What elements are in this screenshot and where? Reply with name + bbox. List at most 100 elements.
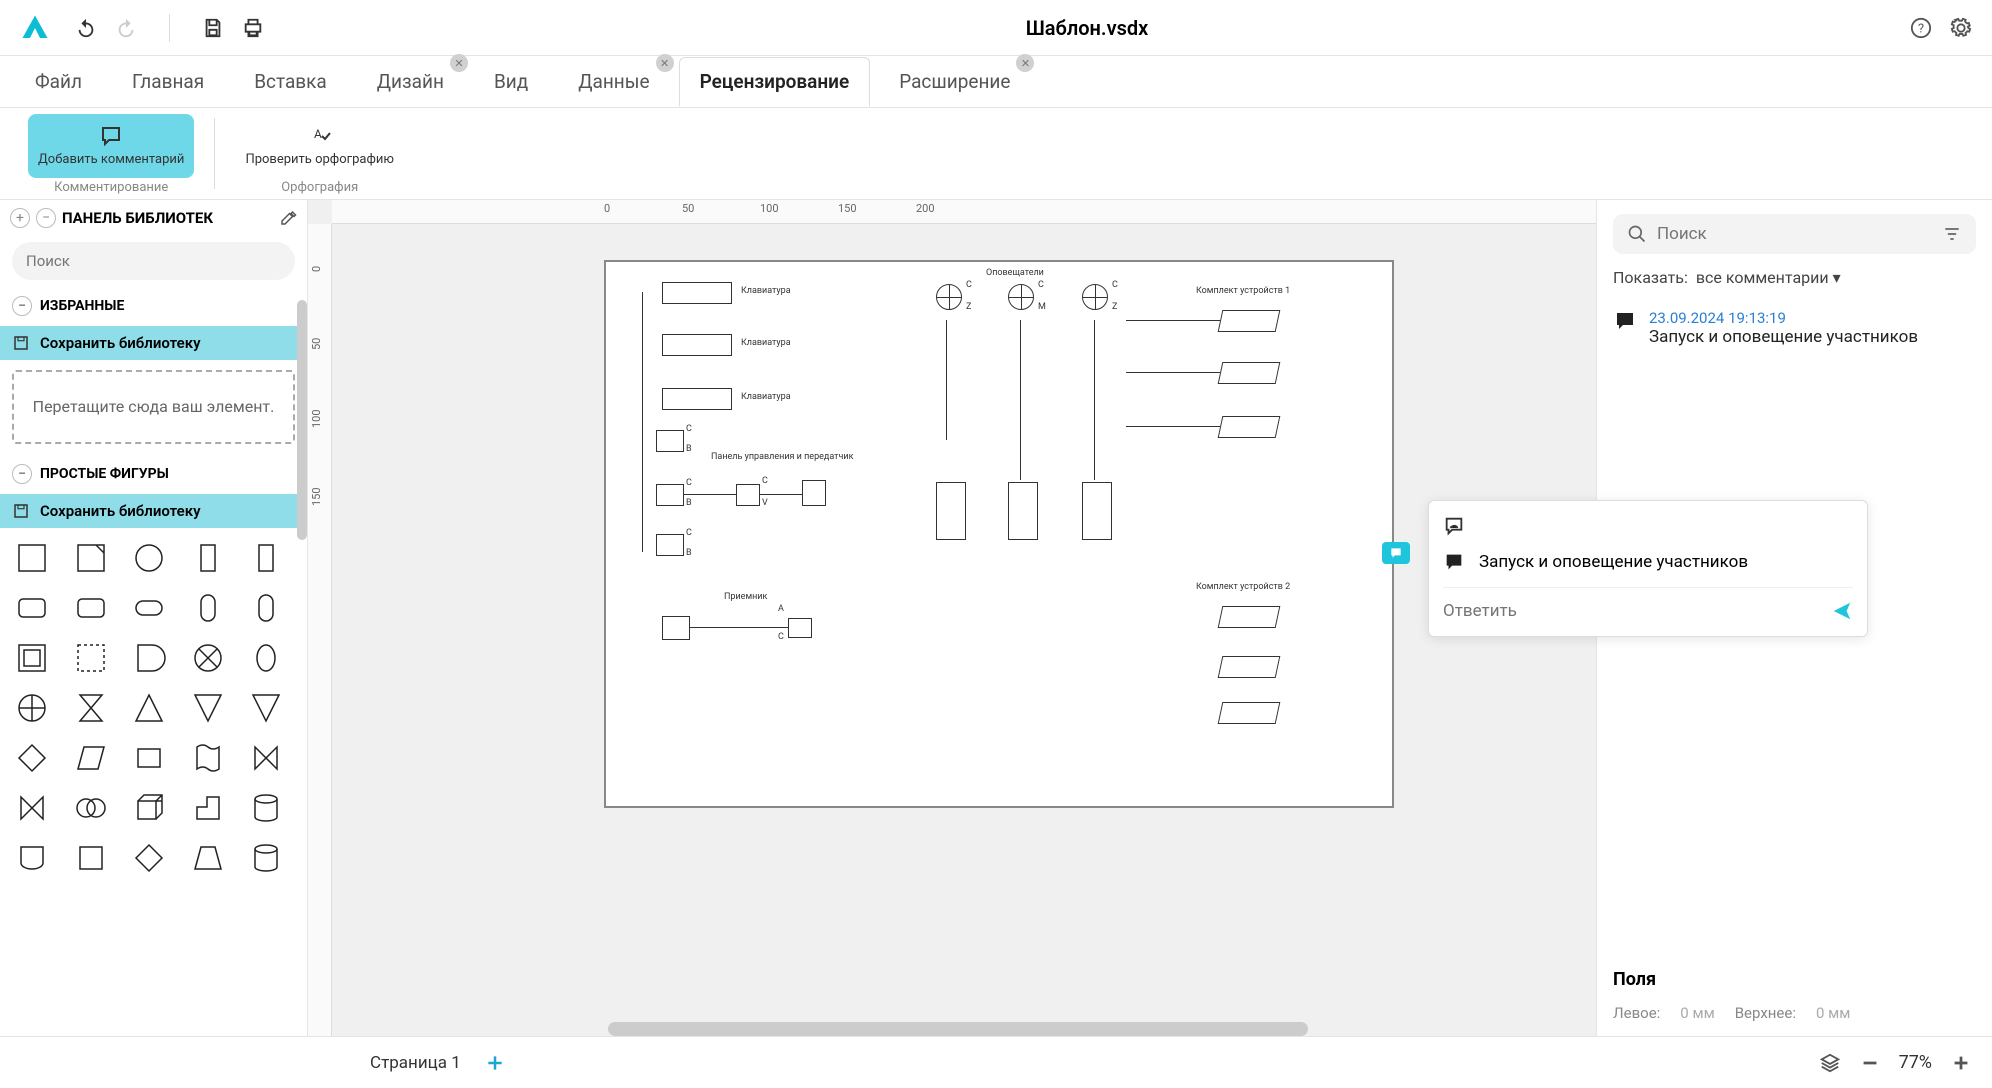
menu-review[interactable]: Рецензирование <box>679 57 871 107</box>
edit-icon[interactable] <box>279 209 297 227</box>
page-tab[interactable]: Страница 1 <box>360 1047 471 1079</box>
ruler-horizontal: 0 50 100 150 200 <box>332 200 1596 224</box>
statusbar: Страница 1 77% <box>0 1036 1992 1088</box>
shape-d[interactable] <box>129 638 169 678</box>
menubar: Файл Главная Вставка Дизайн✕ Вид Данные✕… <box>0 56 1992 108</box>
shape-quartered[interactable] <box>12 688 52 728</box>
print-icon[interactable] <box>242 17 264 39</box>
shape-ellipse-v[interactable] <box>246 638 286 678</box>
zoom-out-button[interactable] <box>1859 1052 1881 1074</box>
collapse-favorites-button[interactable]: − <box>12 296 32 316</box>
menu-design[interactable]: Дизайн✕ <box>356 57 465 106</box>
menu-file[interactable]: Файл <box>14 57 103 106</box>
redo-icon[interactable] <box>115 17 137 39</box>
remove-library-button[interactable]: − <box>36 208 56 228</box>
shape-circle[interactable] <box>129 538 169 578</box>
shape-box[interactable] <box>129 738 169 778</box>
shape-rounded-bottom[interactable] <box>12 838 52 878</box>
shape-rounded2[interactable] <box>71 588 111 628</box>
add-comment-label: Добавить комментарий <box>38 152 184 168</box>
zoom-in-button[interactable] <box>1950 1052 1972 1074</box>
sidebar-scrollbar[interactable] <box>297 300 307 540</box>
help-icon[interactable]: ? <box>1910 17 1932 39</box>
save-library-button-2[interactable]: Сохранить библиотеку <box>0 494 307 528</box>
shape-cylinder[interactable] <box>246 788 286 828</box>
shape-crossed-circle[interactable] <box>188 638 228 678</box>
undo-icon[interactable] <box>75 17 97 39</box>
ribbon-group-comment-label: Комментирование <box>54 180 168 195</box>
add-library-button[interactable]: + <box>10 208 30 228</box>
comment-list-item[interactable]: 23.09.2024 19:13:19 Запуск и оповещение … <box>1613 301 1976 355</box>
menu-home[interactable]: Главная <box>111 57 225 106</box>
show-filter-dropdown[interactable]: все комментарии ▾ <box>1696 268 1841 287</box>
zoom-value: 77% <box>1899 1052 1932 1073</box>
ribbon-group-spell: A Проверить орфографию Орфография <box>221 108 418 199</box>
save-icon[interactable] <box>202 17 224 39</box>
menu-extension[interactable]: Расширение✕ <box>878 57 1031 106</box>
shape-bowtie[interactable] <box>246 738 286 778</box>
shape-rect-tall2[interactable] <box>246 538 286 578</box>
reply-input[interactable] <box>1443 601 1821 621</box>
shape-pill[interactable] <box>129 588 169 628</box>
ribbon-group-comment: Добавить комментарий Комментирование <box>14 108 208 199</box>
shape-vpill[interactable] <box>188 588 228 628</box>
canvas-area[interactable]: 0 50 100 150 200 0 50 100 150 Клавиатура… <box>308 200 1596 1036</box>
shape-diamond2[interactable] <box>129 838 169 878</box>
shape-triangle[interactable] <box>129 688 169 728</box>
ribbon-group-spell-label: Орфография <box>281 180 358 195</box>
shape-cube[interactable] <box>129 788 169 828</box>
show-label: Показать: <box>1613 268 1688 287</box>
shape-bowtie2[interactable] <box>12 788 52 828</box>
save-library-icon <box>12 502 30 520</box>
settings-icon[interactable] <box>1950 17 1972 39</box>
shape-vpill2[interactable] <box>246 588 286 628</box>
sidebar-title: ПАНЕЛЬ БИБЛИОТЕК <box>62 209 273 227</box>
shapes-search-input[interactable] <box>12 242 295 280</box>
comment-date: 23.09.2024 19:13:19 <box>1649 309 1918 327</box>
shape-triangle-down2[interactable] <box>246 688 286 728</box>
shape-square[interactable] <box>12 538 52 578</box>
shape-parallelogram[interactable] <box>71 738 111 778</box>
add-comment-button[interactable]: Добавить комментарий <box>28 114 194 178</box>
shape-rect2[interactable] <box>71 838 111 878</box>
menu-view[interactable]: Вид <box>473 57 549 106</box>
shape-rect-tall[interactable] <box>188 538 228 578</box>
comment-popup: Запуск и оповещение участников <box>1428 500 1868 637</box>
favorites-label: ИЗБРАННЫЕ <box>40 298 124 314</box>
badge-icon: ✕ <box>1016 54 1034 72</box>
save-library-button-1[interactable]: Сохранить библиотеку <box>0 326 307 360</box>
drop-zone[interactable]: Перетащите сюда ваш элемент. <box>12 370 295 444</box>
add-page-button[interactable] <box>485 1053 505 1073</box>
filter-icon[interactable] <box>1942 224 1962 244</box>
spell-check-button[interactable]: A Проверить орфографию <box>235 114 404 178</box>
shape-trapezoid[interactable] <box>188 838 228 878</box>
shape-hourglass[interactable] <box>71 688 111 728</box>
shape-frame[interactable] <box>12 638 52 678</box>
shape-cylinder2[interactable] <box>246 838 286 878</box>
menu-data[interactable]: Данные✕ <box>557 57 670 106</box>
shapes-sidebar: + − ПАНЕЛЬ БИБЛИОТЕК − ИЗБРАННЫЕ Сохрани… <box>0 200 308 1036</box>
menu-insert[interactable]: Вставка <box>233 57 348 106</box>
comments-search-input[interactable] <box>1657 224 1932 244</box>
diagram-page[interactable]: Клавиатура Клавиатура Клавиатура C B Пан… <box>604 260 1394 808</box>
shape-dashed[interactable] <box>71 638 111 678</box>
shape-step[interactable] <box>188 788 228 828</box>
layers-icon[interactable] <box>1819 1052 1841 1074</box>
comment-reply-icon <box>1443 515 1465 537</box>
shape-diamond[interactable] <box>12 738 52 778</box>
topbar: Шаблон.vsdx ? <box>0 0 1992 56</box>
spell-check-label: Проверить орфографию <box>245 152 394 168</box>
shape-flag[interactable] <box>188 738 228 778</box>
send-icon[interactable] <box>1831 600 1853 622</box>
shapes-palette <box>0 528 307 888</box>
fields-header: Поля <box>1613 969 1976 990</box>
comment-text: Запуск и оповещение участников <box>1649 327 1918 347</box>
shape-triangle-down[interactable] <box>188 688 228 728</box>
horizontal-scrollbar[interactable] <box>608 1022 1308 1036</box>
comment-anchor-icon[interactable] <box>1382 542 1410 564</box>
shape-double-circle[interactable] <box>71 788 111 828</box>
shape-rounded[interactable] <box>12 588 52 628</box>
simple-shapes-label: ПРОСТЫЕ ФИГУРЫ <box>40 466 169 482</box>
shape-square-fold[interactable] <box>71 538 111 578</box>
collapse-shapes-button[interactable]: − <box>12 464 32 484</box>
